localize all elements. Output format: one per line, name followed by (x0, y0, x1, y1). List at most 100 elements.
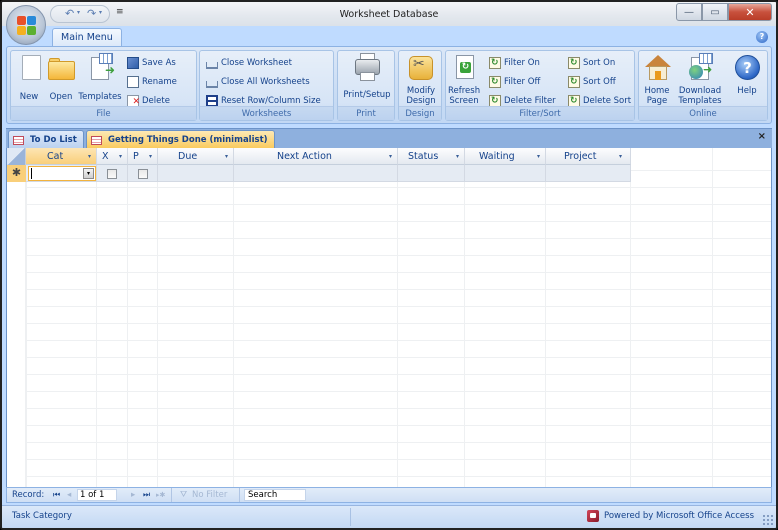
group-filter-sort: ↻ Refresh Screen Filter On Filter Off De… (445, 50, 635, 121)
sort-filter-dropdown-icon[interactable]: ▾ (119, 148, 122, 165)
rename-button[interactable]: Rename (127, 75, 177, 89)
table-icon (91, 135, 102, 145)
sort-filter-dropdown-icon[interactable]: ▾ (619, 148, 622, 165)
text-cursor (31, 168, 32, 179)
office-button[interactable] (6, 5, 46, 45)
cat-combo-box[interactable]: ▾ (28, 166, 96, 181)
modify-design-icon: ✂ (406, 53, 436, 83)
ribbon: New Open ➜ Templates Save As Rename Dele… (6, 46, 772, 124)
previous-record-button[interactable]: ◂ (67, 488, 71, 502)
tab-main-menu[interactable]: Main Menu (52, 28, 122, 47)
printer-icon (352, 53, 382, 83)
filter-on-button[interactable]: Filter On (489, 56, 540, 70)
undo-icon[interactable]: ↶ (65, 7, 74, 20)
cell-status[interactable] (398, 165, 465, 182)
open-button[interactable]: Open (45, 53, 77, 102)
help-icon[interactable]: ? (756, 31, 768, 43)
datasheet-grid[interactable]: ✱ ▾ Cat ▾ X ▾ P ▾ Due ▾ Next Action ▾ St… (6, 148, 772, 487)
status-bar: Task Category Powered by Microsoft Offic… (2, 505, 776, 528)
sort-filter-dropdown-icon[interactable]: ▾ (389, 148, 392, 165)
home-page-button[interactable]: Home Page (642, 53, 672, 106)
group-label-design: Design (399, 106, 441, 120)
undo-dropdown-icon[interactable]: ▾ (77, 9, 80, 16)
tab-getting-things-done[interactable]: Getting Things Done (minimalist) (86, 130, 275, 149)
refresh-screen-button[interactable]: ↻ Refresh Screen (448, 53, 480, 106)
new-record-marker[interactable]: ✱ (7, 165, 26, 182)
combo-dropdown-button[interactable]: ▾ (83, 168, 94, 179)
sort-filter-dropdown-icon[interactable]: ▾ (537, 148, 540, 165)
column-header-due[interactable]: Due ▾ (158, 148, 234, 165)
status-text: Task Category (12, 511, 72, 521)
close-all-worksheets-icon (206, 80, 218, 88)
column-header-waiting[interactable]: Waiting ▾ (465, 148, 546, 165)
record-selector-column (7, 182, 26, 487)
window-controls: — ▭ ✕ (676, 3, 772, 21)
cell-project[interactable] (546, 165, 631, 182)
powered-by: Powered by Microsoft Office Access (587, 506, 754, 526)
quick-access-toolbar: ↶ ▾ ↷ ▾ (50, 5, 110, 23)
column-header-project[interactable]: Project ▾ (546, 148, 631, 165)
group-label-file: File (11, 106, 196, 120)
cell-next-action[interactable] (234, 165, 398, 182)
sort-filter-dropdown-icon[interactable]: ▾ (456, 148, 459, 165)
office-logo-icon (17, 16, 37, 36)
filter-off-icon (489, 75, 501, 89)
column-header-cat[interactable]: Cat ▾ (26, 148, 97, 165)
group-design: ✂ Modify Design Design (398, 50, 442, 121)
templates-button[interactable]: ➜ Templates (78, 53, 122, 102)
column-header-x[interactable]: X ▾ (97, 148, 128, 165)
minimize-button[interactable]: — (676, 3, 702, 21)
new-record-button[interactable]: ▸✱ (156, 488, 165, 502)
group-online: Home Page ➜ Download Templates ? Help On… (638, 50, 768, 121)
group-file: New Open ➜ Templates Save As Rename Dele… (10, 50, 197, 121)
access-logo-icon (587, 510, 600, 522)
current-record-input[interactable]: 1 of 1 (77, 489, 117, 501)
redo-dropdown-icon[interactable]: ▾ (99, 9, 102, 16)
sort-off-button[interactable]: Sort Off (568, 75, 616, 89)
tab-to-do-list[interactable]: To Do List (8, 130, 84, 149)
table-icon (13, 135, 24, 145)
no-filter-button[interactable]: No Filter (192, 488, 227, 502)
p-checkbox[interactable] (138, 169, 148, 179)
column-header-p[interactable]: P ▾ (128, 148, 158, 165)
redo-icon[interactable]: ↷ (87, 7, 96, 20)
sort-filter-dropdown-icon[interactable]: ▾ (225, 148, 228, 165)
search-input[interactable]: Search (244, 489, 306, 501)
sort-off-icon (568, 75, 580, 89)
resize-grip[interactable] (762, 514, 774, 526)
download-templates-button[interactable]: ➜ Download Templates (675, 53, 725, 106)
column-header-next-action[interactable]: Next Action ▾ (234, 148, 398, 165)
x-checkbox[interactable] (107, 169, 117, 179)
print-setup-button[interactable]: Print/Setup (340, 53, 394, 100)
group-label-print: Print (338, 106, 394, 120)
sort-on-button[interactable]: Sort On (568, 56, 615, 70)
new-document-icon (16, 53, 46, 83)
close-button[interactable]: ✕ (728, 3, 772, 21)
sort-filter-dropdown-icon[interactable]: ▾ (149, 148, 152, 165)
record-navigation-bar: Record: ⏮ ◂ 1 of 1 ▸ ⏭ ▸✱ ⛛ No Filter Se… (6, 487, 772, 503)
close-all-worksheets-button[interactable]: Close All Worksheets (206, 75, 310, 89)
open-folder-icon (46, 53, 76, 83)
save-as-icon (127, 57, 139, 69)
next-record-button[interactable]: ▸ (131, 488, 135, 502)
last-record-button[interactable]: ⏭ (143, 488, 150, 502)
cell-waiting[interactable] (465, 165, 546, 182)
close-worksheet-button[interactable]: Close Worksheet (206, 56, 292, 70)
download-templates-icon: ➜ (685, 53, 715, 83)
cell-due[interactable] (158, 165, 234, 182)
record-label: Record: (12, 490, 45, 500)
modify-design-button[interactable]: ✂ Modify Design (401, 53, 441, 106)
close-document-icon[interactable]: × (758, 131, 766, 142)
group-worksheets: Close Worksheet Close All Worksheets Res… (199, 50, 334, 121)
new-button[interactable]: New (16, 53, 42, 102)
first-record-button[interactable]: ⏮ (53, 488, 60, 502)
group-label-worksheets: Worksheets (200, 106, 333, 120)
customize-qat-icon[interactable]: ≡ (116, 7, 124, 17)
filter-off-button[interactable]: Filter Off (489, 75, 540, 89)
save-as-button[interactable]: Save As (127, 56, 176, 70)
select-all-button[interactable] (7, 148, 26, 165)
column-header-status[interactable]: Status ▾ (398, 148, 465, 165)
help-button[interactable]: ? Help (731, 53, 763, 96)
sort-filter-dropdown-icon[interactable]: ▾ (88, 148, 91, 165)
maximize-button[interactable]: ▭ (702, 3, 728, 21)
